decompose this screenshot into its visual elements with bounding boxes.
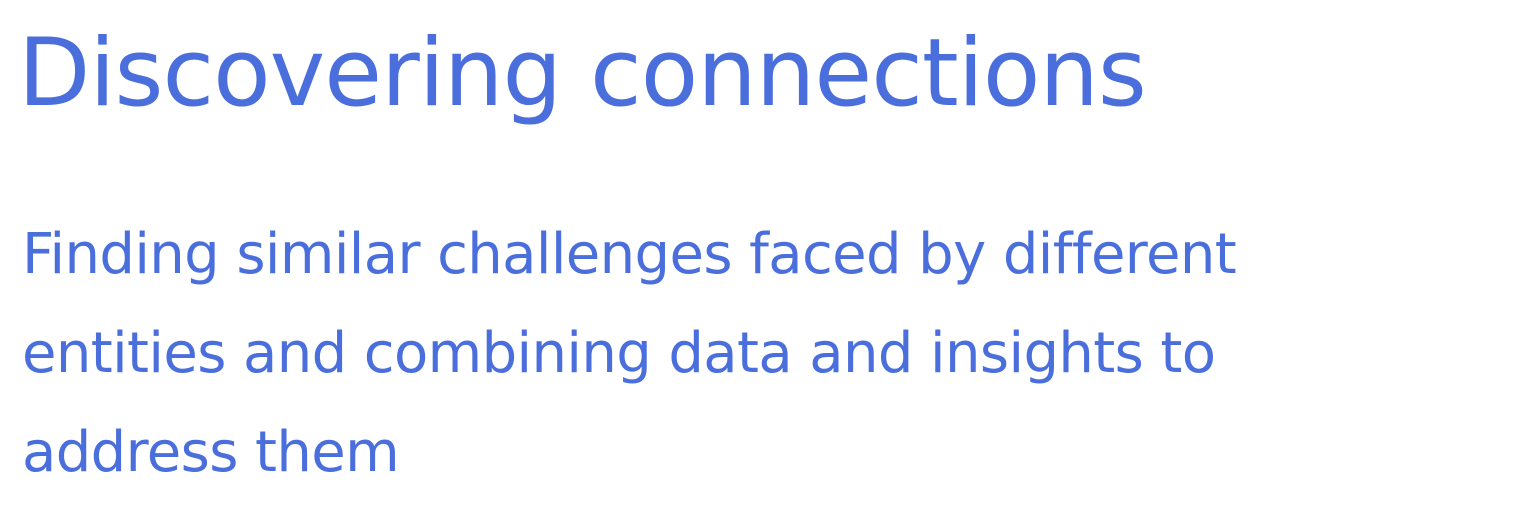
subtitle-line-3: address them <box>22 420 400 485</box>
subtitle-line-2: entities and combining data and insights… <box>22 321 1216 386</box>
slide-subtitle: Finding similar challenges faced by diff… <box>22 205 1502 502</box>
subtitle-line-1: Finding similar challenges faced by diff… <box>22 222 1237 287</box>
slide-title: Discovering connections <box>18 19 1147 128</box>
slide: Discovering connections Finding similar … <box>0 0 1520 522</box>
